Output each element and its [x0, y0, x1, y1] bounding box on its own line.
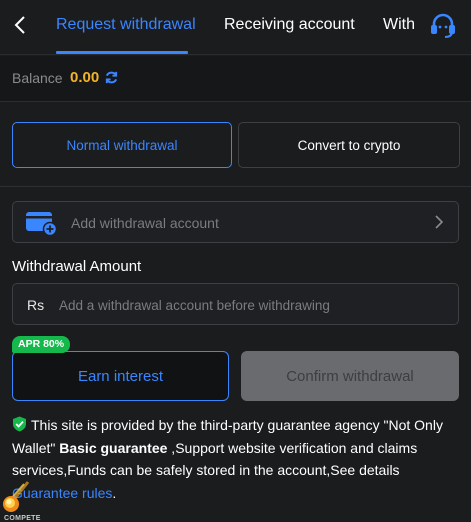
account-placeholder: Add withdrawal account — [71, 215, 219, 231]
active-tab-indicator — [56, 51, 188, 54]
tab-withdrawal-records[interactable]: With — [383, 15, 415, 35]
chevron-right-icon — [434, 214, 444, 230]
convert-to-crypto-button[interactable]: Convert to crypto — [238, 122, 460, 168]
balance-value: 0.00 — [70, 69, 100, 86]
earn-interest-button[interactable]: Earn interest — [12, 351, 229, 401]
add-withdrawal-account-selector[interactable]: Add withdrawal account — [12, 201, 459, 243]
back-arrow-icon[interactable] — [10, 12, 30, 38]
balance-row: Balance 0.00 — [0, 56, 471, 102]
shield-check-icon — [12, 416, 27, 432]
guarantee-notice: This site is provided by the third-party… — [12, 414, 452, 504]
amount-field: Rs — [12, 283, 459, 325]
headset-icon[interactable] — [428, 10, 458, 40]
tab-receiving-account[interactable]: Receiving account — [224, 15, 355, 35]
header: Request withdrawal Receiving account Wit… — [0, 0, 471, 55]
refresh-icon[interactable] — [104, 70, 119, 85]
floating-widget-label: COMPETE — [4, 515, 41, 522]
notice-bold: Basic guarantee — [59, 439, 168, 456]
wallet-add-icon — [25, 210, 58, 237]
currency-symbol: Rs — [27, 297, 45, 313]
withdrawal-amount-label: Withdrawal Amount — [12, 258, 142, 275]
apr-badge: APR 80% — [12, 336, 71, 353]
tab-request-withdrawal[interactable]: Request withdrawal — [56, 15, 196, 35]
normal-withdrawal-button[interactable]: Normal withdrawal — [12, 122, 232, 168]
amount-input[interactable] — [59, 292, 449, 318]
balance-label: Balance — [12, 70, 63, 86]
section-divider — [0, 186, 471, 187]
confirm-withdrawal-button[interactable]: Confirm withdrawal — [241, 351, 459, 401]
notice-end: . — [112, 484, 117, 501]
